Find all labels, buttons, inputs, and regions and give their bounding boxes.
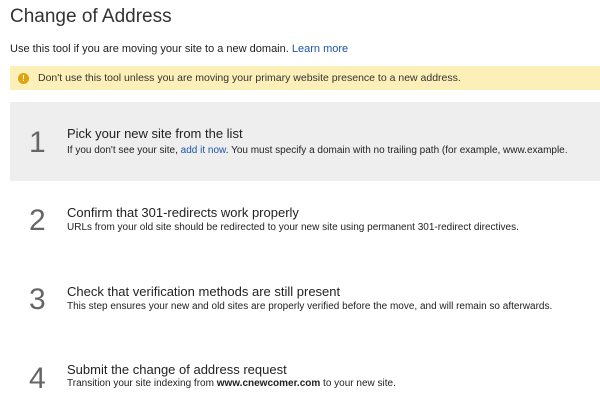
step-number: 3 [29, 283, 46, 316]
step-title: Check that verification methods are stil… [67, 284, 341, 299]
step-description: Transition your site indexing from www.c… [67, 378, 396, 389]
step-description-suffix: . You must specify a domain with no trai… [225, 145, 568, 156]
step-description: This step ensures your new and old sites… [67, 301, 553, 312]
step-number: 4 [29, 362, 46, 395]
intro-text: Use this tool if you are moving your sit… [10, 43, 348, 55]
step-1[interactable]: 1 Pick your new site from the list If yo… [10, 102, 600, 181]
step-description-prefix: Transition your site indexing from [67, 378, 214, 389]
alert-icon: ! [18, 72, 29, 84]
warning-banner: ! Don't use this tool unless you are mov… [10, 66, 600, 90]
old-domain: www.cnewcomer.com [216, 378, 321, 389]
step-number: 1 [29, 126, 46, 159]
learn-more-link[interactable]: Learn more [292, 43, 348, 55]
step-description-suffix: to your new site. [323, 378, 396, 389]
step-2[interactable]: 2 Confirm that 301-redirects work proper… [10, 181, 600, 260]
step-4[interactable]: 4 Submit the change of address request T… [10, 339, 600, 418]
step-3[interactable]: 3 Check that verification methods are st… [10, 260, 600, 339]
step-description-prefix: If you don't see your site, [67, 145, 178, 156]
warning-text: Don't use this tool unless you are movin… [38, 72, 461, 84]
add-site-link[interactable]: add it now [181, 145, 226, 156]
step-title: Submit the change of address request [67, 362, 287, 377]
step-description: URLs from your old site should be redire… [67, 222, 519, 233]
step-description: If you don't see your site, add it now. … [67, 145, 568, 156]
page-title: Change of Address [10, 6, 172, 27]
step-title: Pick your new site from the list [67, 126, 243, 141]
intro-description: Use this tool if you are moving your sit… [10, 43, 289, 55]
step-title: Confirm that 301-redirects work properly [67, 205, 299, 220]
step-number: 2 [29, 204, 46, 237]
